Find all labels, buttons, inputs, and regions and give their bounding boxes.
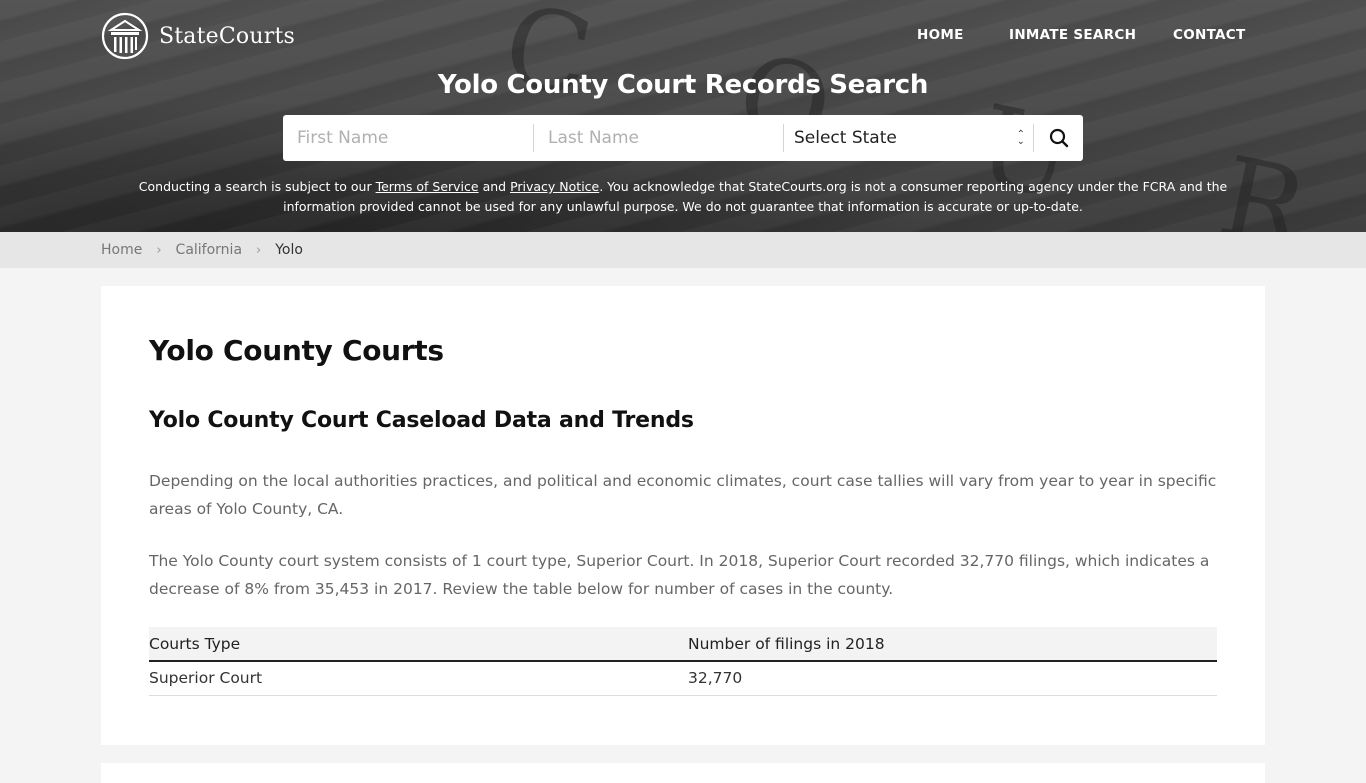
- search-disclaimer: Conducting a search is subject to our Te…: [120, 177, 1246, 217]
- disclaimer-text: Conducting a search is subject to our: [138, 179, 376, 194]
- nav-home[interactable]: HOME: [917, 27, 964, 43]
- select-arrows-icon: ⌃ ⌄: [1016, 129, 1025, 147]
- section-title: Yolo County Court Caseload Data and Tren…: [149, 408, 694, 433]
- filings-table: Courts Type Number of filings in 2018 Su…: [149, 627, 1217, 696]
- first-name-input[interactable]: [283, 115, 533, 161]
- chevron-right-icon: ›: [256, 242, 262, 258]
- hero-banner: C O U R T H O U S E StateCourts HOME INM…: [0, 0, 1366, 232]
- nav-inmate-search[interactable]: INMATE SEARCH: [1009, 27, 1136, 43]
- search-form: Select State ⌃⌄: [283, 115, 1083, 161]
- table-row: Superior Court 32,770: [149, 661, 1217, 696]
- intro-paragraph: Depending on the local authorities pract…: [149, 472, 1217, 518]
- terms-of-service-link[interactable]: Terms of Service: [376, 179, 479, 194]
- search-button[interactable]: [1033, 124, 1083, 152]
- breadcrumb-current: Yolo: [275, 242, 303, 258]
- hero-title: Yolo County Court Records Search: [437, 70, 929, 100]
- last-name-input[interactable]: [533, 124, 783, 152]
- page-title: Yolo County Courts: [149, 334, 444, 367]
- chevron-right-icon: ›: [156, 242, 162, 258]
- table-header-row: Courts Type Number of filings in 2018: [149, 627, 1217, 662]
- disclaimer-text: and: [478, 179, 511, 194]
- main-nav: HOME INMATE SEARCH CONTACT: [0, 27, 1366, 47]
- header-courts-type: Courts Type: [149, 627, 688, 662]
- header-number-of-filings: Number of filings in 2018: [688, 627, 1217, 662]
- breadcrumb-california[interactable]: California: [176, 242, 242, 258]
- state-select[interactable]: Select State ⌃ ⌄: [783, 124, 1033, 152]
- cell-court-type: Superior Court: [149, 661, 688, 696]
- content-card: Yolo County Courts Yolo County Court Cas…: [101, 286, 1265, 745]
- privacy-notice-link[interactable]: Privacy Notice: [510, 179, 599, 194]
- summary-paragraph: The Yolo County court system consists of…: [149, 552, 1210, 598]
- state-select-value: Select State: [794, 128, 897, 148]
- breadcrumb-bar: Home › California › Yolo: [0, 232, 1366, 268]
- search-icon: [1049, 128, 1068, 148]
- nav-contact[interactable]: CONTACT: [1173, 27, 1246, 43]
- next-content-card: [101, 763, 1265, 783]
- breadcrumb: Home › California › Yolo: [101, 232, 303, 268]
- breadcrumb-home[interactable]: Home: [101, 242, 142, 258]
- cell-filings: 32,770: [688, 661, 1217, 696]
